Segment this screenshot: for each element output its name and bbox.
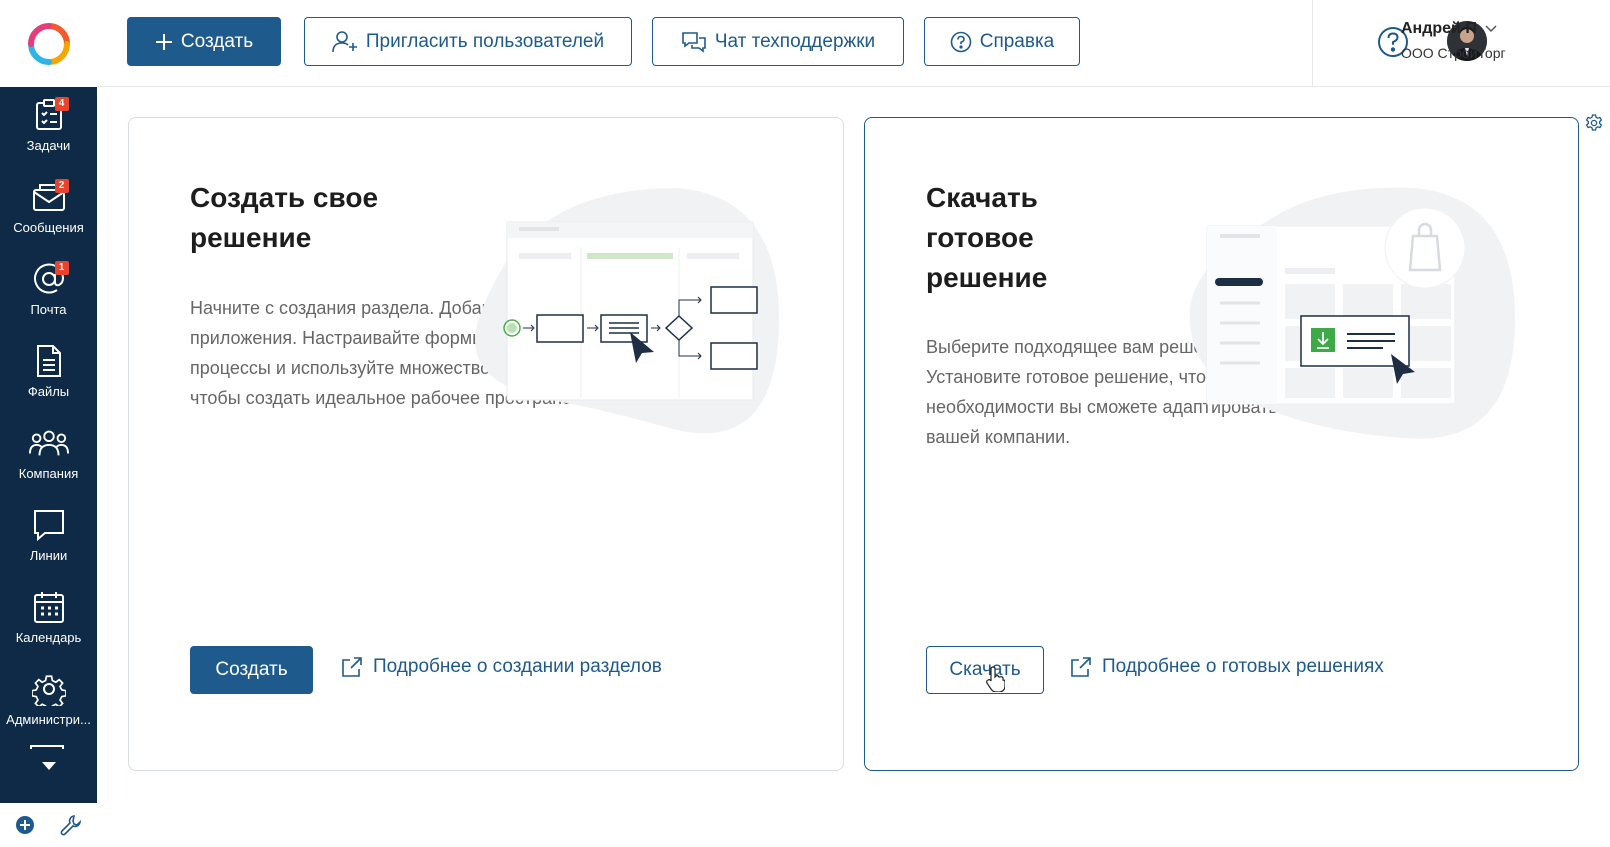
- sidebar-item-messages[interactable]: 2 Сообщения: [0, 169, 97, 253]
- company-icon: [28, 423, 69, 463]
- sidebar-item-mail[interactable]: 1 Почта: [0, 251, 97, 335]
- help-label: Справка: [979, 30, 1055, 52]
- sidebar-item-label: Администри...: [6, 712, 91, 727]
- user-org: ООО СтройТорг: [1401, 45, 1506, 61]
- download-card-title-line: Скачать: [926, 182, 1038, 213]
- external-link-icon: [342, 657, 362, 677]
- sidebar-item-label: Линии: [29, 548, 68, 563]
- invite-users-button[interactable]: Пригласить пользователей: [304, 17, 632, 66]
- invite-users-label: Пригласить пользователей: [365, 30, 605, 52]
- help-button[interactable]: Справка: [924, 17, 1080, 66]
- process-diagram-illustration: [475, 188, 779, 434]
- sidebar-more-item: [30, 745, 64, 749]
- sidebar-bottom-tools: [0, 803, 97, 847]
- sidebar-item-label: Календарь: [15, 630, 82, 645]
- download-card-title-line: готовое: [926, 222, 1034, 253]
- user-name-text: Андрей П: [1401, 20, 1477, 37]
- create-button-label: Создать: [180, 30, 254, 52]
- hand-cursor-icon: [986, 666, 1005, 692]
- sidebar: 4 Задачи 2 Сообщения 1 Почта Файлы Компа…: [0, 87, 97, 803]
- store-illustration: [1189, 187, 1515, 439]
- sidebar-item-company[interactable]: Компания: [0, 415, 97, 499]
- tasks-icon: 4: [29, 95, 69, 135]
- chat-bubbles-icon: [682, 31, 706, 53]
- sidebar-item-tasks[interactable]: 4 Задачи: [0, 87, 97, 171]
- chevron-down-icon: [41, 762, 56, 770]
- add-user-icon: [332, 30, 357, 52]
- tasks-badge: 4: [54, 97, 69, 111]
- sidebar-item-calendar[interactable]: Календарь: [0, 579, 97, 663]
- add-icon[interactable]: [16, 816, 34, 834]
- messages-icon: 2: [29, 177, 69, 217]
- lines-icon: [29, 505, 69, 545]
- messages-badge: 2: [54, 179, 69, 193]
- mail-icon: 1: [29, 259, 69, 299]
- support-chat-label: Чат техподдержки: [714, 30, 876, 52]
- app-logo[interactable]: [0, 0, 97, 87]
- sidebar-item-label: Задачи: [26, 138, 71, 153]
- settings-gear-icon[interactable]: [1585, 114, 1603, 132]
- chevron-down-icon: [1485, 25, 1497, 33]
- sidebar-item-files[interactable]: Файлы: [0, 333, 97, 417]
- top-divider: [1312, 0, 1313, 87]
- ready-solutions-link[interactable]: Подробнее о готовых решениях: [1070, 656, 1384, 678]
- create-solution-card: Создать свое решение Начните с создания …: [128, 117, 844, 771]
- sidebar-item-lines[interactable]: Линии: [0, 497, 97, 581]
- top-bar: Создать Пригласить пользователей Чат тех…: [97, 0, 1610, 87]
- create-card-title-line: Создать свое: [190, 182, 379, 213]
- user-name[interactable]: Андрей П: [1401, 20, 1497, 38]
- create-button[interactable]: Создать: [127, 17, 281, 66]
- logo-icon: [27, 22, 70, 65]
- wrench-icon[interactable]: [60, 814, 82, 836]
- create-card-title: Создать свое решение: [190, 178, 378, 258]
- create-solution-button-label: Создать: [215, 659, 288, 680]
- sidebar-scroll-down[interactable]: [0, 751, 97, 781]
- sidebar-item-label: Компания: [18, 466, 79, 481]
- files-icon: [29, 341, 69, 381]
- create-sections-link-label: Подробнее о создании разделов: [373, 656, 662, 677]
- sidebar-item-admin[interactable]: Администри...: [0, 661, 97, 745]
- admin-gear-icon: [29, 669, 69, 709]
- support-chat-button[interactable]: Чат техподдержки: [652, 17, 904, 66]
- create-card-title-line: решение: [190, 222, 312, 253]
- calendar-icon: [29, 587, 69, 627]
- sidebar-item-label: Почта: [30, 302, 67, 317]
- mail-badge: 1: [54, 261, 69, 275]
- create-solution-button[interactable]: Создать: [190, 646, 313, 694]
- plus-icon: [155, 33, 172, 50]
- ready-solutions-link-label: Подробнее о готовых решениях: [1102, 656, 1384, 677]
- question-icon: [950, 31, 972, 52]
- sidebar-item-label: Файлы: [27, 384, 70, 399]
- download-card-title: Скачать готовое решение: [926, 178, 1047, 298]
- sidebar-item-label: Сообщения: [13, 220, 84, 235]
- download-card-title-line: решение: [926, 262, 1048, 293]
- download-solution-card: Скачать готовое решение Выберите подходя…: [864, 117, 1579, 771]
- create-sections-link[interactable]: Подробнее о создании разделов: [341, 656, 662, 678]
- external-link-icon: [1071, 657, 1091, 677]
